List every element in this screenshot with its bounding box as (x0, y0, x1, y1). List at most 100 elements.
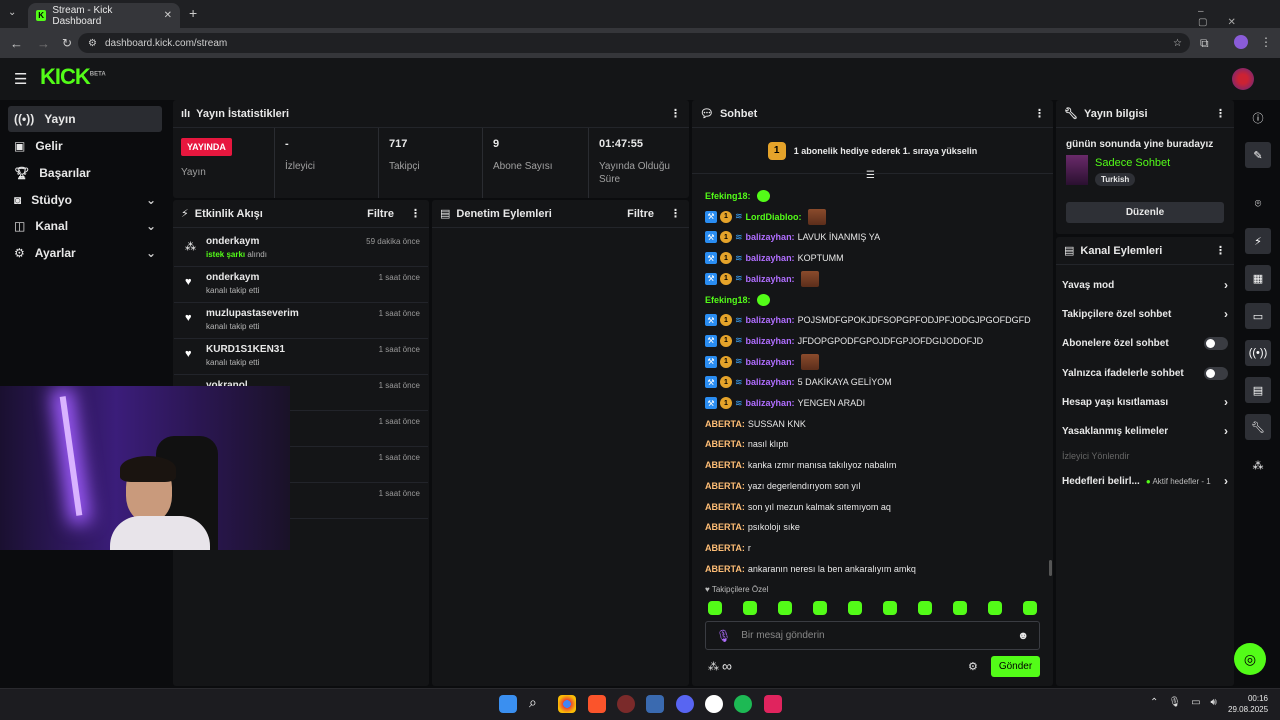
chat-message[interactable]: ⚒ 1 ≋ balizayhan: POJSMDFGPOKJDFSOPGPFODJPFJ… (705, 311, 1031, 329)
windows-start-icon[interactable] (499, 695, 517, 713)
reload-icon[interactable]: ↻ (62, 36, 72, 50)
edit-pencil-icon[interactable]: ✎ (1245, 142, 1271, 168)
url-input[interactable]: ⚙ dashboard.kick.com/stream ☆ (78, 33, 1190, 53)
slow-mode-action[interactable]: Yavaş mod › (1062, 274, 1228, 296)
tab-search-icon[interactable]: ⌄ (8, 7, 16, 18)
bookmark-star-icon[interactable]: ☆ (1173, 38, 1182, 49)
chat-username[interactable]: balizayhan: (746, 398, 795, 408)
sidebar-item-channel[interactable]: ◫ Kanal ⌄ (8, 213, 162, 239)
chat-username[interactable]: Efeking18: (705, 191, 751, 201)
chat-message[interactable]: ⚒ 1 ≋ balizayhan: 5 DAKİKAYA GELİYOM (705, 373, 892, 391)
more-options-icon[interactable]: ⋮ (670, 207, 681, 220)
chat-username[interactable]: ABERTA: (705, 439, 745, 449)
browser-tab[interactable]: K Stream - Kick Dashboard ✕ (28, 3, 180, 28)
chat-message[interactable]: ABERTA: psıkolojı sıke (705, 518, 800, 536)
chat-message[interactable]: Efeking18: (705, 187, 770, 205)
chat-username[interactable]: ABERTA: (705, 522, 745, 532)
filter-button[interactable]: Filtre (367, 208, 394, 220)
chat-message[interactable]: ABERTA: r (705, 539, 751, 557)
kick-logo[interactable]: KICKBETA (40, 64, 106, 90)
more-options-icon[interactable]: ⋮ (1215, 107, 1226, 120)
close-tab-icon[interactable]: ✕ (164, 10, 172, 21)
quick-emote-icon[interactable] (988, 601, 1002, 615)
category-link[interactable]: Sadece Sohbet (1095, 157, 1170, 169)
search-icon[interactable]: ⌕ (529, 694, 537, 711)
layout-icon[interactable]: ▤ (1245, 377, 1271, 403)
more-options-icon[interactable]: ⋮ (1034, 107, 1045, 120)
activity-item[interactable]: ♥ KURD1S1KEN31 kanalı takip etti 1 saat önc… (174, 339, 428, 375)
chat-username[interactable]: ABERTA: (705, 502, 745, 512)
expand-pinned-icon[interactable]: ☰ (866, 170, 875, 181)
chat-message[interactable]: ⚒ 1 ≋ balizayhan: KOPTUMM (705, 249, 844, 267)
chat-message[interactable]: ⚒ 1 ≋ balizayhan: YENGEN ARADI (705, 394, 865, 412)
filter-button[interactable]: Filtre (627, 208, 654, 220)
discord-icon[interactable] (676, 695, 694, 713)
extensions-icon[interactable]: ⧉ (1200, 36, 1209, 51)
quick-emote-icon[interactable] (1023, 601, 1037, 615)
chat-message[interactable]: ⚒ 1 ≋ balizayhan: JFDOPGPODFGPOJDFGPJOFDGIJO… (705, 332, 983, 350)
chat-username[interactable]: balizayhan: (746, 377, 795, 387)
points-icon[interactable]: ⁂ (1245, 452, 1271, 478)
chat-message[interactable]: ABERTA: yazı degerlendırıyom son yıl (705, 477, 860, 495)
sidebar-item-settings[interactable]: ⚙ Ayarlar ⌄ (8, 240, 162, 266)
chat-username[interactable]: balizayhan: (746, 232, 795, 242)
more-options-icon[interactable]: ⋮ (670, 107, 681, 120)
app-icon[interactable] (646, 695, 664, 713)
quick-emote-icon[interactable] (883, 601, 897, 615)
chat-message[interactable]: ABERTA: SUSSAN KNK (705, 415, 806, 433)
activity-item[interactable]: ♥ onderkaym kanalı takip etti 1 saat önce (174, 267, 428, 303)
channel-points-icon[interactable]: ⁂ (708, 660, 719, 673)
window-controls[interactable]: –▢✕ (1198, 6, 1280, 28)
chat-username[interactable]: balizayhan: (746, 253, 795, 263)
quick-emote-icon[interactable] (708, 601, 722, 615)
brave-icon[interactable] (588, 695, 606, 713)
quick-emote-icon[interactable] (778, 601, 792, 615)
activity-item[interactable]: ♥ muzlupastaseverim kanalı takip etti 1 saa… (174, 303, 428, 339)
info-icon[interactable]: ⓘ (1245, 105, 1271, 131)
chat-username[interactable]: LordDiabloo: (746, 212, 802, 222)
chat-username[interactable]: balizayhan: (746, 336, 795, 346)
screenshot-icon[interactable]: ⌾ (1245, 191, 1271, 217)
chat-message[interactable]: ABERTA: nasıl klıptı (705, 435, 788, 453)
sidebar-item-stream[interactable]: ((•)) Yayın (8, 106, 162, 132)
quick-emote-icon[interactable] (743, 601, 757, 615)
quick-emote-icon[interactable] (848, 601, 862, 615)
user-avatar[interactable] (1232, 68, 1254, 90)
more-options-icon[interactable]: ⋮ (410, 207, 421, 220)
forward-icon[interactable]: → (37, 36, 50, 51)
chat-username[interactable]: ABERTA: (705, 564, 745, 574)
broadcast-icon[interactable]: ((•)) (1245, 340, 1271, 366)
subscribers-only-toggle[interactable] (1204, 336, 1228, 350)
site-info-icon[interactable]: ⚙ (88, 38, 97, 49)
wrench-icon[interactable]: 🔧︎ (1245, 414, 1271, 440)
sidebar-item-revenue[interactable]: ▣ Gelir (8, 133, 162, 159)
chat-message[interactable]: ABERTA: kanka ızmır manısa takılıyoz naba… (705, 456, 896, 474)
chat-username[interactable]: ABERTA: (705, 460, 745, 470)
chat-settings-gear-icon[interactable]: ⚙ (968, 660, 978, 673)
chat-username[interactable]: ABERTA: (705, 481, 745, 491)
back-icon[interactable]: ← (10, 36, 23, 51)
account-age-action[interactable]: Hesap yaşı kısıtlaması › (1062, 391, 1228, 413)
pinned-gift-banner[interactable]: 1 1 abonelik hediye ederek 1. sıraya yük… (692, 128, 1053, 174)
system-tray-icons[interactable]: ⌃🎙︎▭🔊︎ (1150, 697, 1227, 708)
edit-button[interactable]: Düzenle (1066, 202, 1224, 223)
activity-item[interactable]: ⁂ onderkaym istek şarkı alındı 59 dakika ön… (174, 231, 428, 267)
language-tag[interactable]: Turkish (1095, 173, 1136, 186)
more-options-icon[interactable]: ⋮ (1215, 244, 1226, 257)
emotes-only-toggle[interactable] (1204, 366, 1228, 380)
quick-emote-icon[interactable] (953, 601, 967, 615)
hamburger-menu-icon[interactable]: ☰ (14, 70, 27, 88)
taskbar-clock[interactable]: 00:16 29.08.2025 (1228, 693, 1268, 715)
chat-message[interactable]: ⚒ 1 ≋ LordDiabloo: (705, 208, 826, 226)
chat-message[interactable]: ⚒ 1 ≋ balizayhan: (705, 353, 819, 371)
quick-emote-icon[interactable] (813, 601, 827, 615)
chat-input[interactable]: 🎙︎ Bir mesaj gönderin ☻ (705, 621, 1040, 650)
followers-only-action[interactable]: Takipçilere özel sohbet › (1062, 303, 1228, 325)
sidebar-item-achievements[interactable]: 🏆︎ Başarılar (8, 160, 162, 186)
app-icon[interactable] (617, 695, 635, 713)
support-chat-icon[interactable]: ◎ (1234, 643, 1266, 675)
spotify-icon[interactable] (734, 695, 752, 713)
chat-bubble-icon[interactable]: ▭ (1245, 303, 1271, 329)
menu-dots-icon[interactable]: ⋮ (1260, 35, 1272, 49)
goals-action[interactable]: Hedefleri belirl... ● Aktif hedefler - 1 › (1062, 470, 1228, 492)
